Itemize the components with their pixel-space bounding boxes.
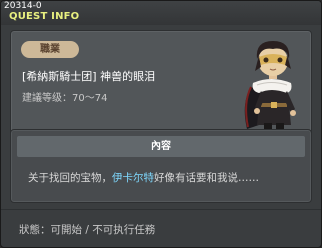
quest-content-panel: 內容 关于找回的宝物，伊卡尔特好像有话要和我说…… bbox=[10, 129, 312, 203]
level-label: 建議等级： bbox=[22, 93, 72, 104]
npc-portrait bbox=[244, 41, 296, 140]
quest-summary-panel: 職業 [希納斯騎士团] 神兽的眼泪 建議等级：70～74 bbox=[10, 30, 312, 143]
quest-level: 建議等级：70～74 bbox=[22, 92, 107, 105]
level-range: 70～74 bbox=[72, 93, 108, 104]
window-title: QUEST INFO bbox=[9, 11, 80, 22]
content-text-after: 好像有话要和我说…… bbox=[154, 172, 259, 184]
job-badge: 職業 bbox=[21, 41, 79, 58]
content-header: 內容 bbox=[17, 136, 305, 157]
content-text-before: 关于找回的宝物， bbox=[28, 172, 112, 184]
npc-name-link[interactable]: 伊卡尔特 bbox=[112, 172, 154, 184]
quest-status: 狀態：可開始 / 不可执行任務 bbox=[19, 224, 156, 236]
quest-info-window: 20314-0 QUEST INFO 職業 [希納斯騎士团] 神兽的眼泪 建議等… bbox=[0, 0, 322, 248]
quest-name: [希納斯騎士团] 神兽的眼泪 bbox=[22, 70, 156, 83]
content-text: 关于找回的宝物，伊卡尔特好像有话要和我说…… bbox=[28, 171, 259, 185]
quest-id: 20314-0 bbox=[4, 1, 42, 11]
title-bar[interactable]: 20314-0 QUEST INFO bbox=[1, 1, 321, 25]
divider bbox=[1, 209, 321, 210]
